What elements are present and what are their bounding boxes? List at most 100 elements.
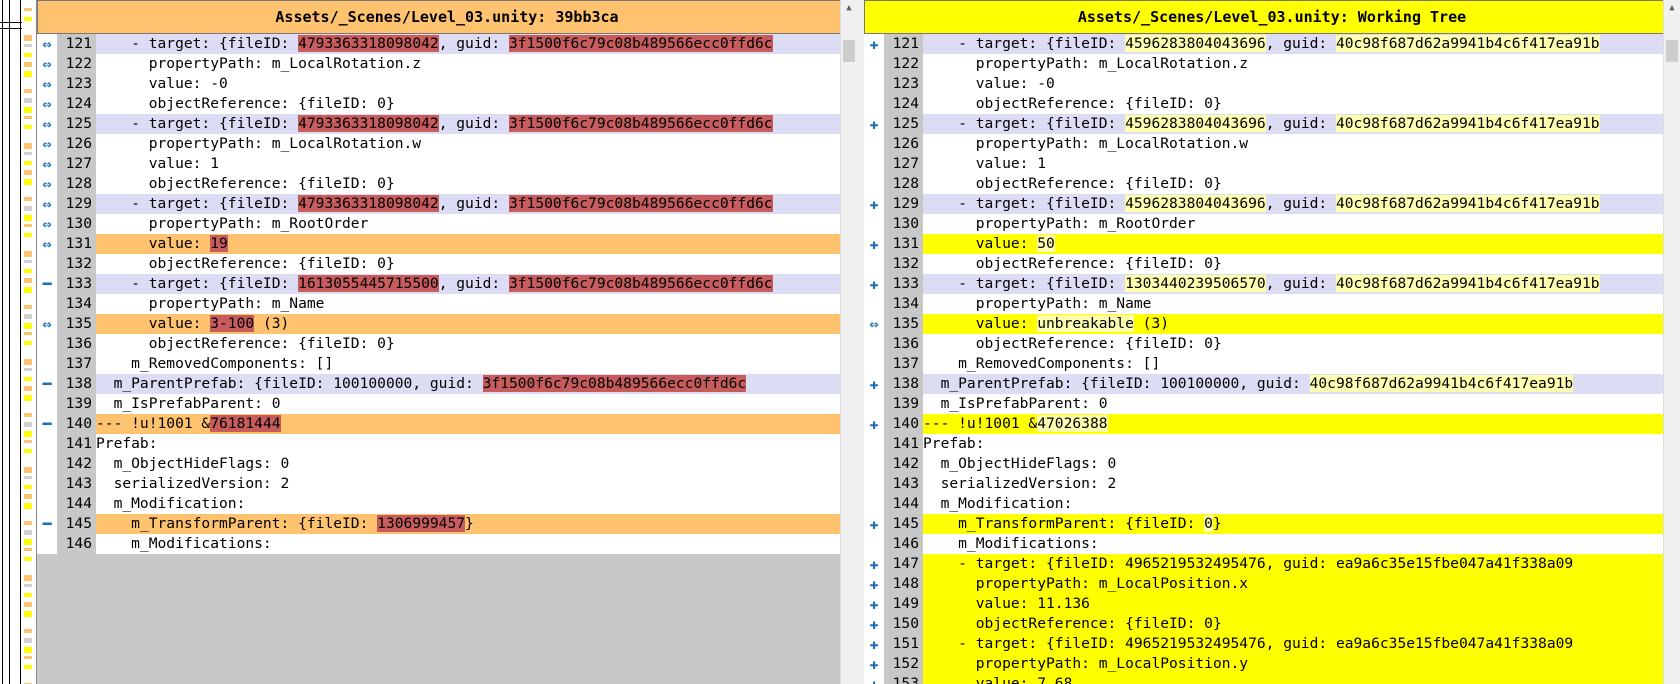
code-text: serializedVersion: 2 (96, 474, 857, 494)
diff-line[interactable]: 124 objectReference: {fileID: 0} (864, 94, 1680, 114)
code-text: m_RemovedComponents: [] (923, 354, 1680, 374)
diff-line[interactable]: 143 serializedVersion: 2 (864, 474, 1680, 494)
scroll-up-arrow-icon[interactable]: ▲ (841, 0, 857, 16)
right-diff-pane[interactable]: Assets/_Scenes/Level_03.unity: Working T… (864, 0, 1680, 684)
diff-line[interactable]: 144 m_Modification: (37, 494, 857, 514)
diff-line[interactable]: ✚ 121 - target: {fileID: 4596283804043696… (864, 34, 1680, 54)
code-text: propertyPath: m_LocalPosition.x (923, 574, 1680, 594)
diff-line[interactable]: ✚ 140 --- !u!1001 &47026388 (864, 414, 1680, 434)
diff-marker-icon: ⇔ (37, 34, 57, 54)
diff-line[interactable]: ✚ 125 - target: {fileID: 4596283804043696… (864, 114, 1680, 134)
diff-line[interactable]: ✚ 152 propertyPath: m_LocalPosition.y (864, 654, 1680, 674)
diff-marker-empty (37, 354, 57, 374)
changed-token: 1303440239506570 (1125, 275, 1266, 292)
diff-line[interactable]: ⇔ 130 propertyPath: m_RootOrder (37, 214, 857, 234)
diff-line[interactable]: ⇔ 124 objectReference: {fileID: 0} (37, 94, 857, 114)
diff-line[interactable]: ━ 140 --- !u!1001 &76181444 (37, 414, 857, 434)
diff-line[interactable]: 141 Prefab: (37, 434, 857, 454)
diff-line[interactable]: ✚ 131 value: 50 (864, 234, 1680, 254)
code-text: m_TransformParent: {fileID: 0} (923, 514, 1680, 534)
gutter-divider (9, 0, 10, 684)
diff-line[interactable]: 130 propertyPath: m_RootOrder (864, 214, 1680, 234)
code-text: objectReference: {fileID: 0} (923, 94, 1680, 114)
right-scrollbar[interactable]: ▲ (1663, 0, 1680, 684)
diff-line[interactable]: 137 m_RemovedComponents: [] (864, 354, 1680, 374)
diff-line[interactable]: 142 m_ObjectHideFlags: 0 (37, 454, 857, 474)
diff-line[interactable]: 139 m_IsPrefabParent: 0 (37, 394, 857, 414)
line-number: 128 (884, 174, 923, 194)
diff-line[interactable]: ⇔ 131 value: 19 (37, 234, 857, 254)
diff-line[interactable]: 122 propertyPath: m_LocalRotation.z (864, 54, 1680, 74)
diff-line[interactable]: ━ 138 m_ParentPrefab: {fileID: 100100000,… (37, 374, 857, 394)
diff-line[interactable]: 136 objectReference: {fileID: 0} (864, 334, 1680, 354)
left-diff-pane[interactable]: Assets/_Scenes/Level_03.unity: 39bb3ca ⇔… (37, 0, 857, 684)
diff-marker-icon: ⇔ (37, 114, 57, 134)
diff-line[interactable]: ━ 133 - target: {fileID: 1613055445715500… (37, 274, 857, 294)
code-segment: propertyPath: m_LocalPosition.x (923, 575, 1249, 592)
diff-line[interactable]: ✚ 153 value: 7.68 (864, 674, 1680, 684)
overview-gutter[interactable] (0, 0, 37, 684)
diff-line[interactable]: ✚ 149 value: 11.136 (864, 594, 1680, 614)
scrollbar-thumb[interactable] (843, 40, 855, 62)
diff-marker-empty (37, 494, 57, 514)
diff-line[interactable]: ⇔ 122 propertyPath: m_LocalRotation.z (37, 54, 857, 74)
diff-line[interactable]: ✚ 148 propertyPath: m_LocalPosition.x (864, 574, 1680, 594)
diff-line[interactable]: 143 serializedVersion: 2 (37, 474, 857, 494)
diff-line[interactable]: 128 objectReference: {fileID: 0} (864, 174, 1680, 194)
diff-line[interactable]: ⇔ 135 value: unbreakable (3) (864, 314, 1680, 334)
overview-change-mark (24, 359, 32, 365)
overview-change-mark (24, 485, 32, 489)
diff-line[interactable]: 132 objectReference: {fileID: 0} (864, 254, 1680, 274)
line-number: 142 (57, 454, 96, 474)
overview-change-mark (24, 215, 32, 221)
diff-marker-icon: ✚ (864, 274, 884, 294)
diff-line[interactable]: 139 m_IsPrefabParent: 0 (864, 394, 1680, 414)
diff-line[interactable]: 123 value: -0 (864, 74, 1680, 94)
diff-line[interactable]: ⇔ 121 - target: {fileID: 4793363318098042… (37, 34, 857, 54)
line-number: 132 (884, 254, 923, 274)
diff-line[interactable]: 132 objectReference: {fileID: 0} (37, 254, 857, 274)
diff-marker-empty (864, 94, 884, 114)
diff-line[interactable]: 146 m_Modifications: (864, 534, 1680, 554)
diff-line[interactable]: 142 m_ObjectHideFlags: 0 (864, 454, 1680, 474)
scroll-up-arrow-icon[interactable]: ▲ (1664, 0, 1680, 16)
diff-line[interactable]: ━ 145 m_TransformParent: {fileID: 1306999… (37, 514, 857, 534)
diff-line[interactable]: ⇔ 128 objectReference: {fileID: 0} (37, 174, 857, 194)
diff-line[interactable]: 136 objectReference: {fileID: 0} (37, 334, 857, 354)
code-text: propertyPath: m_LocalRotation.w (923, 134, 1680, 154)
changed-token: 3f1500f6c79c08b489566ecc0ffd6c (508, 35, 773, 52)
diff-line[interactable]: 137 m_RemovedComponents: [] (37, 354, 857, 374)
code-text: propertyPath: m_Name (96, 294, 857, 314)
diff-line[interactable]: 134 propertyPath: m_Name (864, 294, 1680, 314)
diff-marker-empty (864, 154, 884, 174)
line-number: 130 (884, 214, 923, 234)
diff-line[interactable]: 127 value: 1 (864, 154, 1680, 174)
diff-line[interactable]: ⇔ 125 - target: {fileID: 4793363318098042… (37, 114, 857, 134)
diff-line[interactable]: 144 m_Modification: (864, 494, 1680, 514)
left-scrollbar[interactable]: ▲ (840, 0, 857, 684)
diff-line[interactable]: 141 Prefab: (864, 434, 1680, 454)
diff-line[interactable]: ⇔ 135 value: 3-100 (3) (37, 314, 857, 334)
scrollbar-thumb[interactable] (1666, 40, 1678, 62)
diff-line[interactable]: ⇔ 129 - target: {fileID: 4793363318098042… (37, 194, 857, 214)
diff-line[interactable]: ✚ 151 - target: {fileID: 4965219532495476… (864, 634, 1680, 654)
diff-marker-empty (864, 454, 884, 474)
line-number: 136 (884, 334, 923, 354)
diff-line[interactable]: ⇔ 127 value: 1 (37, 154, 857, 174)
code-segment: - target: {fileID: (96, 195, 299, 212)
diff-line[interactable]: ✚ 147 - target: {fileID: 4965219532495476… (864, 554, 1680, 574)
diff-marker-icon: ✚ (864, 674, 884, 684)
diff-line[interactable]: ⇔ 126 propertyPath: m_LocalRotation.w (37, 134, 857, 154)
diff-line[interactable]: 126 propertyPath: m_LocalRotation.w (864, 134, 1680, 154)
diff-line[interactable]: ⇔ 123 value: -0 (37, 74, 857, 94)
code-text: - target: {fileID: 4793363318098042, gui… (96, 34, 857, 54)
diff-line[interactable]: ✚ 138 m_ParentPrefab: {fileID: 100100000,… (864, 374, 1680, 394)
changed-token: 50 (1037, 235, 1055, 252)
diff-line[interactable]: ✚ 150 objectReference: {fileID: 0} (864, 614, 1680, 634)
code-segment: objectReference: {fileID: 0} (923, 175, 1222, 192)
diff-line[interactable]: ✚ 133 - target: {fileID: 1303440239506570… (864, 274, 1680, 294)
diff-line[interactable]: 134 propertyPath: m_Name (37, 294, 857, 314)
diff-line[interactable]: 146 m_Modifications: (37, 534, 857, 554)
diff-line[interactable]: ✚ 129 - target: {fileID: 4596283804043696… (864, 194, 1680, 214)
diff-line[interactable]: ✚ 145 m_TransformParent: {fileID: 0} (864, 514, 1680, 534)
